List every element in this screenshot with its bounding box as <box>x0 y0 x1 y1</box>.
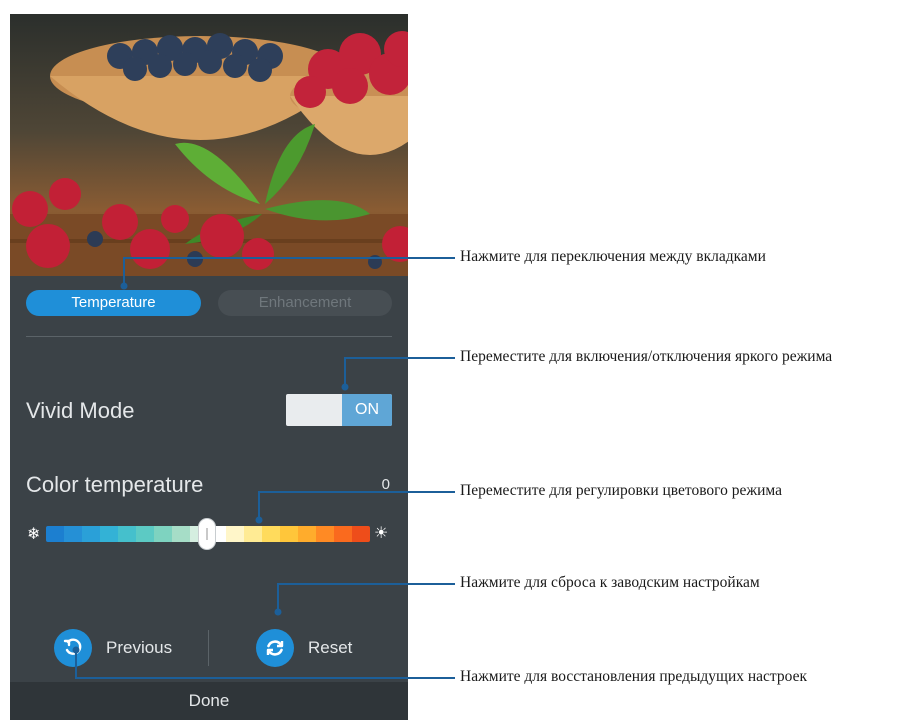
slider-segment <box>262 526 280 542</box>
slider-segment <box>154 526 172 542</box>
slider-segment <box>244 526 262 542</box>
previous-label: Previous <box>106 638 173 657</box>
settings-panel: Temperature Enhancement Vivid Mode ON Co… <box>10 276 408 720</box>
annotation-tabs: Нажмите для переключения между вкладками <box>460 248 766 265</box>
slider-segment <box>352 526 370 542</box>
slider-segment <box>280 526 298 542</box>
annotation-reset: Нажмите для сброса к заводским настройка… <box>460 574 760 591</box>
annotation-color-slider: Переместите для регулировки цветового ре… <box>460 482 782 499</box>
phone-screen: Temperature Enhancement Vivid Mode ON Co… <box>10 14 408 720</box>
slider-segment <box>64 526 82 542</box>
tab-enhancement[interactable]: Enhancement <box>218 290 392 316</box>
done-button[interactable]: Done <box>10 682 408 720</box>
slider-segment <box>226 526 244 542</box>
toggle-on-label: ON <box>342 394 392 426</box>
slider-segment <box>136 526 154 542</box>
slider-segment <box>316 526 334 542</box>
button-separator <box>208 630 209 666</box>
slider-segment <box>100 526 118 542</box>
color-temperature-label: Color temperature <box>26 472 204 497</box>
annotation-previous: Нажмите для восстановления предыдущих на… <box>460 668 807 685</box>
sun-icon: ☀ <box>374 525 389 542</box>
tab-temperature[interactable]: Temperature <box>26 290 201 316</box>
refresh-icon <box>256 629 294 667</box>
slider-segment <box>46 526 64 542</box>
slider-thumb[interactable] <box>198 518 216 550</box>
vivid-mode-label: Vivid Mode <box>26 398 135 423</box>
slider-segment <box>334 526 352 542</box>
divider <box>26 336 392 337</box>
slider-segment <box>298 526 316 542</box>
slider-segment <box>172 526 190 542</box>
snowflake-icon: ❄ <box>27 526 41 543</box>
slider-segment <box>118 526 136 542</box>
preview-photo <box>10 14 408 276</box>
vivid-mode-toggle[interactable]: ON <box>286 394 392 426</box>
undo-icon <box>54 629 92 667</box>
reset-button[interactable]: Reset <box>256 628 352 668</box>
slider-segment <box>82 526 100 542</box>
color-temperature-value: 0 <box>381 476 390 493</box>
previous-button[interactable]: Previous <box>54 628 172 668</box>
annotation-vivid-mode: Переместите для включения/отключения ярк… <box>460 348 833 365</box>
reset-label: Reset <box>308 638 353 657</box>
